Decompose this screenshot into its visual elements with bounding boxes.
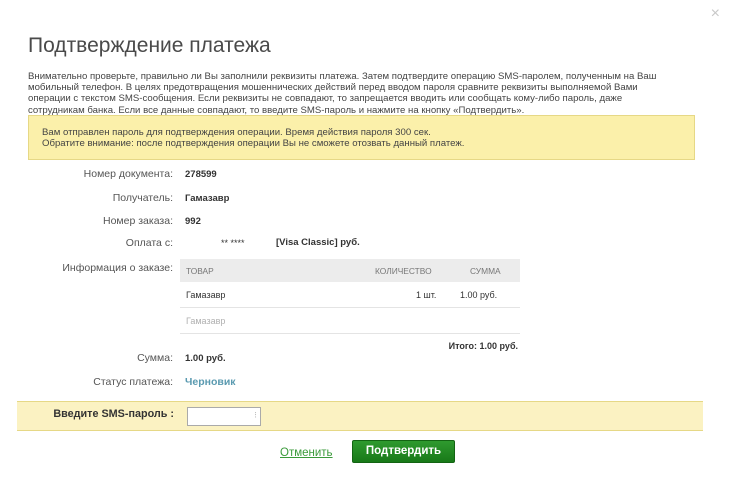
table-header: ТОВАР КОЛИЧЕСТВО СУММА <box>180 259 520 282</box>
table-row: Гамазавр <box>180 308 520 334</box>
close-icon[interactable]: × <box>711 6 720 22</box>
doc-number-label: Номер документа: <box>83 168 173 180</box>
order-total-text: Итого: 1.00 руб. <box>448 341 518 351</box>
doc-number-value: 278599 <box>185 169 217 180</box>
order-total: Итого: 1.00 руб. <box>180 334 520 358</box>
item-quantity: 1 шт. <box>416 290 437 300</box>
payment-from-label: Оплата с: <box>125 237 173 249</box>
table-row: Гамазавр 1 шт. 1.00 руб. <box>180 282 520 308</box>
item-name: Гамазавр <box>186 290 226 300</box>
sms-password-label: Введите SMS-пароль : <box>53 408 174 420</box>
sms-password-field[interactable]: ⁝ <box>187 407 261 427</box>
recipient-label: Получатель: <box>112 192 173 204</box>
intro-line: операции с текстом SMS-сообщения. Если р… <box>28 93 623 105</box>
order-number-value: 992 <box>185 216 201 227</box>
intro-text: Внимательно проверьте, правильно ли Вы з… <box>28 71 706 116</box>
sum-label: Сумма: <box>137 352 173 364</box>
status-label: Статус платежа: <box>93 376 173 388</box>
recipient-value: Гамазавр <box>185 193 230 204</box>
page-title: Подтверждение платежа <box>28 34 271 57</box>
intro-line: мобильный телефон. В целях предотвращени… <box>28 82 638 94</box>
order-number-label: Номер заказа: <box>102 215 173 227</box>
cancel-link[interactable]: Отменить <box>280 447 333 459</box>
card-number-mask: ** **** <box>221 238 245 248</box>
sms-notice-box: Вам отправлен пароль для подтверждения о… <box>28 115 695 160</box>
confirm-button[interactable]: Подтвердить <box>352 440 455 463</box>
column-header-item: ТОВАР <box>186 266 214 276</box>
column-header-quantity: КОЛИЧЕСТВО <box>375 266 432 276</box>
column-header-sum: СУММА <box>470 266 501 276</box>
intro-line: Внимательно проверьте, правильно ли Вы з… <box>28 71 657 82</box>
sms-password-input[interactable] <box>188 410 260 427</box>
notice-line: Вам отправлен пароль для подтверждения о… <box>42 127 431 138</box>
item-name: Гамазавр <box>186 316 226 326</box>
card-type: [Visa Classic] руб. <box>276 237 360 248</box>
order-info-label: Информация о заказе: <box>62 262 173 274</box>
payment-confirmation-dialog: × Подтверждение платежа Внимательно пров… <box>0 0 730 484</box>
order-table: ТОВАР КОЛИЧЕСТВО СУММА Гамазавр 1 шт. 1.… <box>180 259 520 358</box>
key-icon: ⁝ <box>254 410 257 420</box>
notice-line: Обратите внимание: после подтверждения о… <box>42 138 465 150</box>
item-sum: 1.00 руб. <box>460 290 498 300</box>
sum-value: 1.00 руб. <box>185 353 226 364</box>
status-link[interactable]: Черновик <box>185 376 236 388</box>
